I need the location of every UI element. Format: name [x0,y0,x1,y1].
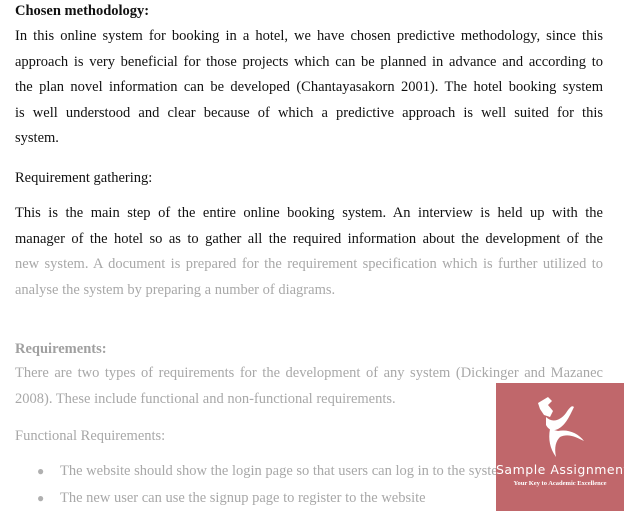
bullet-icon: ● [37,491,45,505]
paragraph-line: manager of the hotel so as to gather all… [15,230,603,247]
paragraph-requirement-gathering: This is the main step of the entire onli… [15,201,603,303]
heading-chosen-methodology: Chosen methodology: [15,3,150,19]
paragraph-chosen-methodology: In this online system for booking in a h… [15,24,603,152]
paragraph-line: new system. A document is prepared for t… [15,256,603,272]
list-item-text: The website should show the login page s… [60,463,510,479]
list-item-text: The new user can use the signup page to … [60,490,426,506]
paragraph-line: system. [15,130,59,146]
paragraph-line: analyse the system by preparing a number… [15,281,336,298]
sample-assignment-watermark: Sample Assignment Your Key to Academic E… [496,383,624,511]
running-figure-logo-icon [538,397,584,457]
heading-functional-requirements: Functional Requirements: [15,428,166,444]
heading-requirements: Requirements: [15,341,107,357]
paragraph-line: In this online system for booking in a h… [15,28,603,44]
watermark-brand: Sample Assignment [496,462,624,477]
paragraph-line: This is the main step of the entire onli… [15,205,603,221]
bullet-icon: ● [37,464,45,478]
paragraph-line: approach is very beneficial for those pr… [15,53,603,70]
heading-requirement-gathering: Requirement gathering: [15,170,153,186]
watermark-tagline: Your Key to Academic Excellence [513,480,607,487]
paragraph-line: is well understood and clear because of … [15,104,603,121]
paragraph-line: the plan novel information can be develo… [15,79,603,95]
